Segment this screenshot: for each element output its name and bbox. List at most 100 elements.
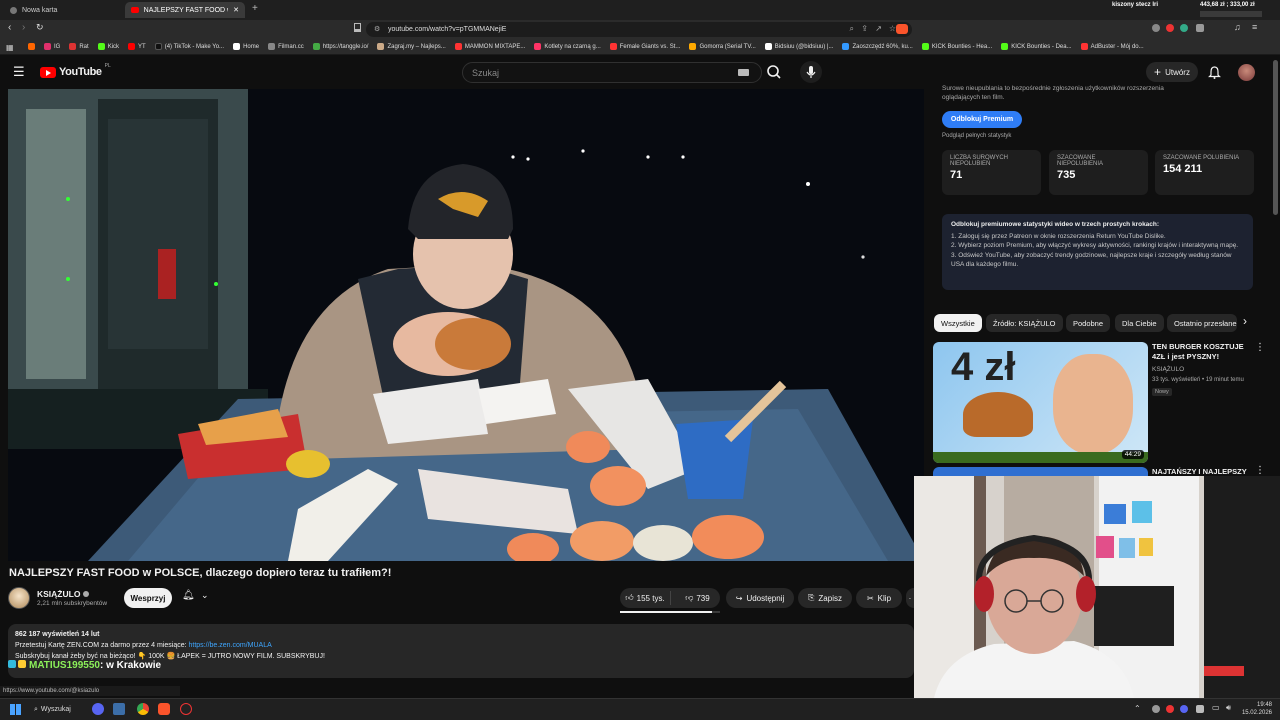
bookmark-favicon-icon <box>312 43 320 50</box>
app-icon[interactable] <box>113 703 125 715</box>
recommended-title[interactable]: TEN BURGER KOSZTUJE 4ZŁ i jest PYSZNY! <box>1152 342 1252 362</box>
bookmark-item[interactable]: Bidsiuu (@bidsiuu) |... <box>764 43 833 50</box>
brave-browser-icon[interactable] <box>158 703 170 715</box>
dislike-button[interactable]: 👎︎ 739 <box>675 593 720 603</box>
site-info-icon[interactable]: ⚙ <box>374 25 380 33</box>
notifications-bell-icon[interactable] <box>1208 66 1221 79</box>
tab-new-tab[interactable]: Nowa karta <box>4 2 122 18</box>
chip-similar[interactable]: Podobne <box>1066 314 1111 332</box>
bookmark-item[interactable]: Filman.cc <box>268 43 304 50</box>
recommended-title[interactable]: NAJTAŃSZY I NAJLEPSZY <box>1152 467 1247 476</box>
zoom-icon[interactable]: ⌕ <box>850 24 854 34</box>
bookmark-item[interactable]: IG <box>44 43 60 50</box>
bookmark-item[interactable]: Kick <box>97 43 119 50</box>
chevron-down-icon[interactable]: ⌄ <box>201 590 209 601</box>
taskbar-search[interactable]: ⌕ Wyszukaj <box>34 702 82 717</box>
chevron-right-icon[interactable]: › <box>1243 314 1247 328</box>
menu-icon[interactable]: ≡ <box>1252 22 1257 32</box>
chip-recently-uploaded[interactable]: Ostatnio przesłane <box>1167 314 1237 332</box>
hamburger-menu-icon[interactable]: ☰ <box>13 64 25 80</box>
forward-icon[interactable]: › <box>22 22 25 33</box>
more-actions-button[interactable]: · <box>906 588 914 608</box>
discord-icon[interactable] <box>92 703 104 715</box>
tray-icon[interactable] <box>1180 705 1188 713</box>
bookmark-item[interactable]: Rat <box>69 43 89 50</box>
bookmark-save-icon: ⎘ <box>808 593 815 602</box>
tab-youtube-video[interactable]: NAJLEPSZY FAST FOOD w PO ✕ <box>125 2 245 18</box>
bookmark-item[interactable] <box>28 43 35 50</box>
unlock-premium-button[interactable]: Odblokuj Premium <box>942 111 1022 128</box>
channel-name[interactable]: KSIĄŻULO <box>37 589 90 599</box>
bookmark-item[interactable]: (4) TikTok - Make Yo... <box>154 43 224 50</box>
star-icon[interactable]: ☆ <box>889 24 896 33</box>
music-icon[interactable]: ♫ <box>1234 22 1241 32</box>
description-link[interactable]: https://be.zen.com/MUALA <box>189 642 272 649</box>
bookmark-item[interactable]: MAMMON MIXTAPE... <box>454 43 525 50</box>
extension-icon[interactable] <box>1166 24 1174 32</box>
create-button[interactable]: + Utwórz <box>1146 62 1198 82</box>
apps-grid-icon[interactable]: ▦ <box>6 43 14 52</box>
notification-bell-icon[interactable]: 🔔︎ <box>182 590 195 601</box>
chip-all[interactable]: Wszystkie <box>934 314 982 332</box>
channel-avatar[interactable] <box>8 587 30 609</box>
bookmark-item[interactable]: Female Giants vs. St... <box>609 43 680 50</box>
volume-icon[interactable]: 🔊︎ <box>1226 703 1231 713</box>
share-page-icon[interactable]: ⇪ <box>861 24 868 33</box>
chevron-up-icon[interactable]: ⌃ <box>1134 704 1141 713</box>
voice-search-button[interactable] <box>800 61 822 83</box>
search-button[interactable] <box>760 62 790 83</box>
more-vert-icon[interactable]: ⋮ <box>1255 342 1265 353</box>
recommended-thumbnail[interactable]: 4 zł 44:29 <box>933 342 1148 463</box>
bookmark-item[interactable]: KICK Bounties - Hea... <box>921 43 992 50</box>
clock[interactable]: 19:48 15.02.2026 <box>1240 701 1272 717</box>
recommended-channel[interactable]: KSIĄŻULO <box>1152 366 1184 373</box>
new-tab-button[interactable]: + <box>252 3 258 14</box>
support-button[interactable]: Wesprzyj <box>124 588 172 608</box>
bookmark-item[interactable]: Zagraj.my – Najleps... <box>377 43 446 50</box>
full-stats-link[interactable]: Podgląd pełnych statystyk <box>942 133 1011 139</box>
tray-icon[interactable] <box>1152 705 1160 713</box>
extension-icon[interactable] <box>1180 24 1188 32</box>
puzzle-icon[interactable] <box>1196 24 1204 32</box>
bookmark-item[interactable]: Gomorra (Serial TV... <box>689 43 756 50</box>
reload-icon[interactable]: ↻ <box>36 22 44 33</box>
clip-button[interactable]: ✂ Klip <box>856 588 902 608</box>
extension-icon[interactable] <box>1152 24 1160 32</box>
bookmark-item[interactable]: Kotlety na czarną g... <box>534 43 601 50</box>
bookmark-item[interactable]: YT <box>128 43 146 50</box>
address-bar[interactable]: ⚙ youtube.com/watch?v=pTGMMANejiE ⌕ ⇪ ↗ … <box>366 22 912 37</box>
youtube-logo[interactable]: YouTube PL <box>40 63 111 78</box>
chip-source-channel[interactable]: Źródło: KSIĄŻULO <box>986 314 1063 332</box>
more-vert-icon[interactable]: ⋮ <box>1255 465 1265 476</box>
save-button[interactable]: ⎘ Zapisz <box>798 588 852 608</box>
bookmark-item[interactable]: Home <box>233 43 259 50</box>
bookmark-item[interactable]: AdBuster - Mój do... <box>1080 43 1144 50</box>
new-badge: Nowy <box>1152 388 1172 396</box>
keyboard-icon[interactable] <box>738 69 749 76</box>
bookmark-item[interactable]: Zaoszczędź 60%, ku... <box>842 43 913 50</box>
avatar[interactable] <box>1238 64 1255 81</box>
chrome-icon[interactable] <box>137 703 149 715</box>
more-dots-icon: · <box>908 593 912 603</box>
search-input[interactable]: Szukaj <box>462 62 762 83</box>
windows-start-icon[interactable] <box>10 704 21 715</box>
bookmark-item[interactable]: KICK Bounties - Dea... <box>1001 43 1072 50</box>
external-link-icon[interactable]: ↗ <box>875 24 882 33</box>
brave-shield-icon[interactable] <box>896 24 908 34</box>
bookmark-favicon-icon <box>454 43 462 50</box>
info-title: Odblokuj premiumowe statystyki wideo w t… <box>951 221 1160 228</box>
chip-for-you[interactable]: Dla Ciebie <box>1115 314 1164 332</box>
network-icon[interactable]: ▭ <box>1212 703 1220 712</box>
recommended-thumbnail[interactable] <box>933 467 1148 476</box>
back-icon[interactable]: ‹ <box>8 22 11 33</box>
video-player[interactable] <box>8 89 924 561</box>
close-icon[interactable]: ✕ <box>233 6 239 14</box>
obs-icon[interactable] <box>180 703 192 715</box>
page-scrollbar[interactable] <box>1273 60 1278 215</box>
tray-icon[interactable] <box>1166 705 1174 713</box>
tray-icon[interactable] <box>1196 705 1204 713</box>
share-button[interactable]: ↪ Udostępnij <box>726 588 794 608</box>
bookmark-item[interactable]: https://tanggle.io/ <box>312 43 368 50</box>
like-button[interactable]: 👍︎ 155 tys. <box>620 591 671 605</box>
bookmark-icon[interactable] <box>354 23 361 32</box>
